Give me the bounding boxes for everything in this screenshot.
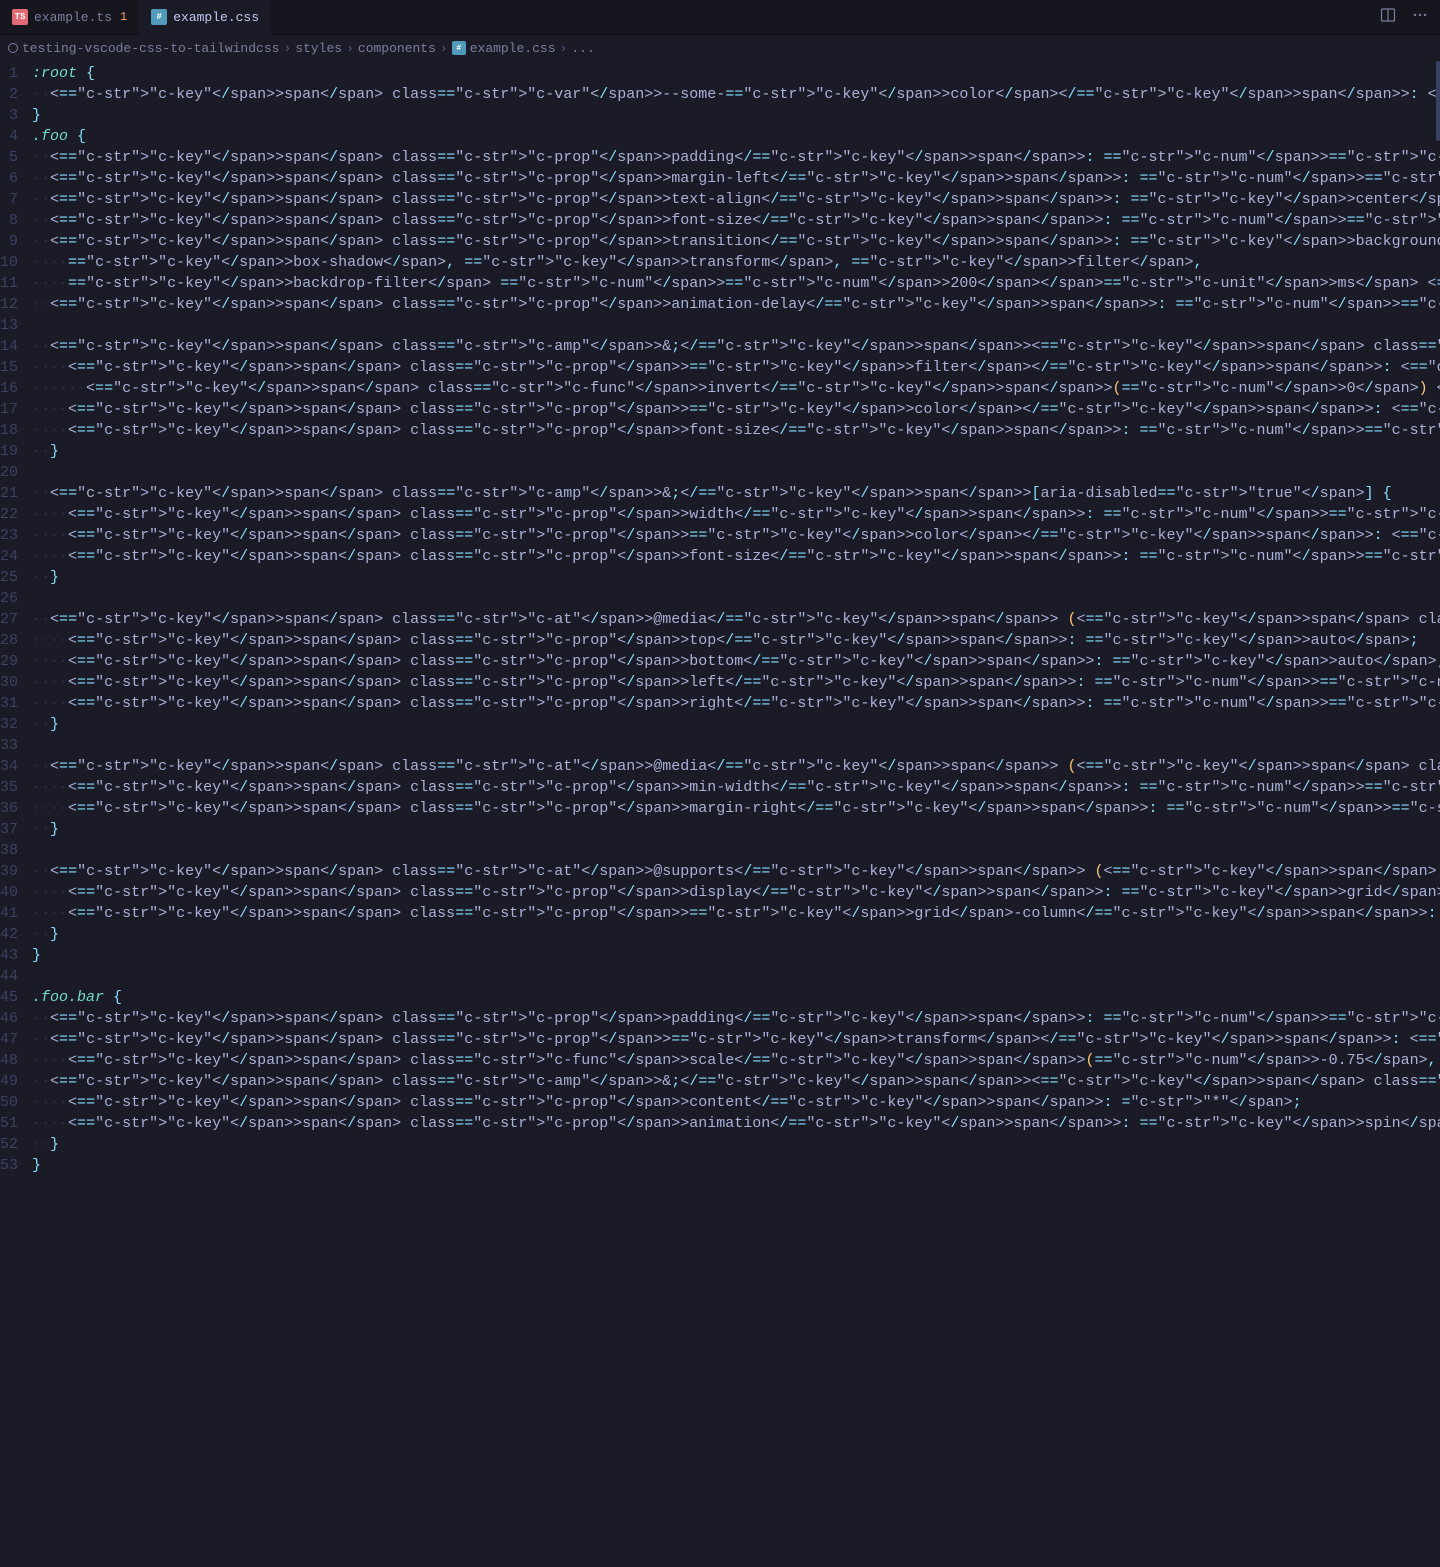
more-actions-icon[interactable] [1412, 7, 1428, 28]
tab-problem-badge: 1 [120, 10, 127, 24]
vertical-scrollbar[interactable] [1436, 61, 1440, 1567]
css-icon: # [151, 9, 167, 25]
breadcrumb-item[interactable]: components [358, 41, 436, 56]
tab-label: example.ts [34, 10, 112, 25]
css-icon: # [452, 41, 466, 55]
chevron-right-icon: › [346, 41, 354, 56]
chevron-right-icon: › [560, 41, 568, 56]
split-editor-icon[interactable] [1380, 7, 1396, 28]
chevron-right-icon: › [440, 41, 448, 56]
tab-example-css[interactable]: # example.css [139, 0, 271, 35]
line-number-gutter: 1234567891011121314151617181920212223242… [0, 61, 32, 1176]
chevron-right-icon: › [283, 41, 291, 56]
breadcrumbs[interactable]: testing-vscode-css-to-tailwindcss › styl… [0, 35, 1440, 61]
breadcrumb-item[interactable]: # example.css [452, 41, 556, 56]
tab-bar: TS example.ts 1 # example.css [0, 0, 1440, 35]
repo-icon [8, 43, 18, 53]
breadcrumb-item[interactable]: testing-vscode-css-to-tailwindcss [22, 41, 279, 56]
breadcrumb-item[interactable]: styles [295, 41, 342, 56]
tab-actions [1380, 7, 1440, 28]
code-content[interactable]: :root {··<=="c-str">"c-key"</span>>span<… [32, 61, 1440, 1176]
typescript-icon: TS [12, 9, 28, 25]
tab-label: example.css [173, 10, 259, 25]
tab-example-ts[interactable]: TS example.ts 1 [0, 0, 139, 35]
breadcrumb-item[interactable]: ... [571, 41, 594, 56]
code-editor[interactable]: 1234567891011121314151617181920212223242… [0, 61, 1440, 1176]
